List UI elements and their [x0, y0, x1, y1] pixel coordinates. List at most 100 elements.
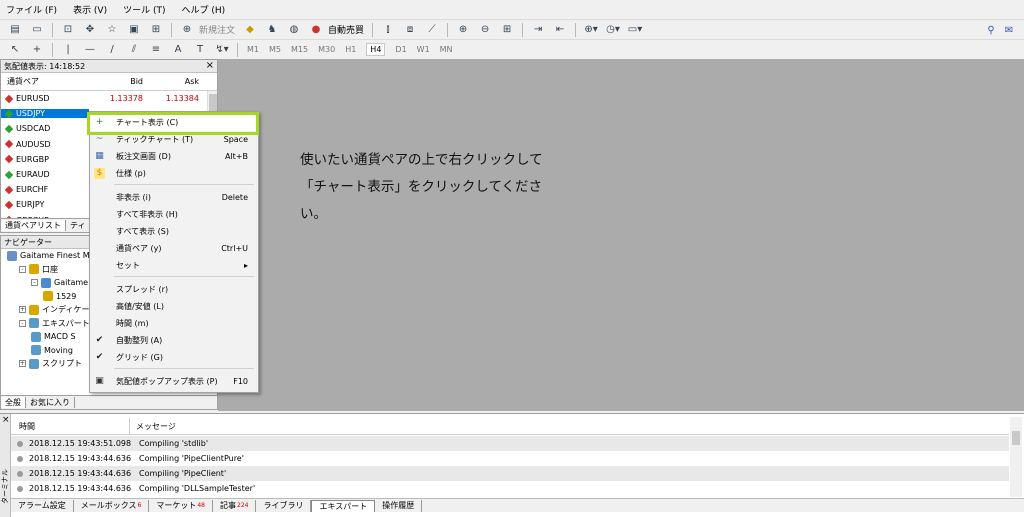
tab-favorites[interactable]: お気に入り — [26, 397, 75, 408]
chat-icon[interactable]: ✉ — [1001, 22, 1017, 38]
vertical-line-icon[interactable]: | — [60, 42, 76, 58]
close-icon[interactable]: × — [2, 415, 10, 425]
search-icon[interactable]: ⚲ — [983, 22, 999, 38]
market-watch-icon[interactable]: ⊡ — [60, 22, 76, 38]
terminal-row[interactable]: 2018.12.15 19:43:44.636 Compiling 'PipeCl… — [11, 466, 1009, 481]
chart-area[interactable]: 使いたい通貨ペアの上で右クリックして 「チャート表示」をクリックしてくださ い。 — [218, 59, 1024, 411]
tab-symbols[interactable]: 通貨ペアリスト — [1, 220, 66, 231]
timeframe-mn[interactable]: MN — [440, 45, 453, 54]
auto-scroll-icon[interactable]: ⇥ — [530, 22, 546, 38]
tile-windows-icon[interactable]: ⊞ — [499, 22, 515, 38]
timeframe-m5[interactable]: M5 — [269, 45, 281, 54]
menu-help[interactable]: ヘルプ (H) — [182, 3, 226, 16]
column-bid[interactable]: Bid — [89, 77, 143, 86]
menu-view[interactable]: 表示 (V) — [73, 3, 107, 16]
terminal-icon[interactable]: ▣ — [126, 22, 142, 38]
timeframe-m15[interactable]: M15 — [291, 45, 308, 54]
expand-icon[interactable]: + — [19, 306, 26, 314]
line-chart-icon[interactable]: ⟋ — [424, 22, 440, 38]
collapse-icon[interactable]: - — [19, 265, 26, 273]
auto-trade-icon[interactable]: ● — [308, 22, 324, 38]
fibonacci-icon[interactable]: ≡ — [148, 42, 164, 58]
terminal-tab[interactable]: ライブラリ — [256, 499, 312, 512]
context-menu-item[interactable]: ✔ 自動整列 (A) — [90, 332, 258, 349]
channel-icon[interactable]: ⫽ — [126, 42, 142, 58]
auto-trade-button[interactable]: 自動売買 — [328, 23, 364, 36]
column-time[interactable]: 時間 — [11, 417, 130, 435]
signals-icon[interactable]: ♞ — [264, 22, 280, 38]
new-order-button[interactable]: 新規注文 — [199, 23, 235, 36]
cursor-icon[interactable]: ↖ — [7, 42, 23, 58]
context-menu-item[interactable]: 通貨ペア (y) Ctrl+U — [90, 240, 258, 257]
new-order-icon[interactable]: ⊕ — [179, 22, 195, 38]
navigator-icon[interactable]: ☆ — [104, 22, 120, 38]
menu-file[interactable]: ファイル (F) — [6, 3, 57, 16]
timeframe-m1[interactable]: M1 — [247, 45, 259, 54]
chart-shift-icon[interactable]: ⇤ — [552, 22, 568, 38]
expand-icon[interactable]: + — [19, 360, 26, 368]
timeframe-h1[interactable]: H1 — [345, 45, 356, 54]
templates-icon[interactable]: ▭▾ — [627, 22, 643, 38]
market-row[interactable]: EURUSD 1.13378 1.13384 — [1, 91, 217, 106]
bar-chart-icon[interactable]: ⫾ — [380, 22, 396, 38]
zoom-out-icon[interactable]: ⊖ — [477, 22, 493, 38]
profiles-icon[interactable]: ▭ — [29, 22, 45, 38]
market-icon[interactable]: ◍ — [286, 22, 302, 38]
timeframe-w1[interactable]: W1 — [417, 45, 430, 54]
collapse-icon[interactable]: - — [19, 319, 26, 327]
terminal-tab-label: 操作履歴 — [382, 501, 415, 510]
context-menu-item[interactable]: 高値/安値 (L) — [90, 298, 258, 315]
terminal-tab[interactable]: アラーム設定 — [11, 499, 74, 512]
strategy-tester-icon[interactable]: ⊞ — [148, 22, 164, 38]
crosshair-icon[interactable]: + — [29, 42, 45, 58]
terminal-row[interactable]: 2018.12.15 19:43:44.636 Compiling 'DLLSam… — [11, 481, 1009, 496]
tab-common[interactable]: 全般 — [1, 397, 26, 408]
context-menu-item[interactable]: すべて表示 (S) — [90, 223, 258, 240]
label-icon[interactable]: T — [192, 42, 208, 58]
context-menu-item[interactable]: すべて非表示 (H) — [90, 206, 258, 223]
terminal-row[interactable]: 2018.12.15 19:43:44.636 Compiling 'PipeCl… — [11, 451, 1009, 466]
data-window-icon[interactable]: ✥ — [82, 22, 98, 38]
indicators-icon[interactable]: ⊕▾ — [583, 22, 599, 38]
arrow-up-icon — [4, 124, 14, 134]
metaeditor-icon[interactable]: ◆ — [242, 22, 258, 38]
candle-chart-icon[interactable]: ⧈ — [402, 22, 418, 38]
trendline-icon[interactable]: / — [104, 42, 120, 58]
text-icon[interactable]: A — [170, 42, 186, 58]
terminal-tab[interactable]: マーケット 48 — [149, 499, 213, 512]
column-symbol[interactable]: 通貨ペア — [1, 76, 89, 87]
context-menu-item[interactable]: 非表示 (i) Delete — [90, 189, 258, 206]
scrollbar-thumb[interactable] — [1012, 431, 1020, 445]
timeframe-d1[interactable]: D1 — [395, 45, 406, 54]
context-menu-item[interactable]: ~ ティックチャート (T) Space — [90, 131, 258, 148]
terminal-tab[interactable]: メールボックス 6 — [74, 499, 150, 512]
context-menu-item[interactable]: スプレッド (r) — [90, 281, 258, 298]
tab-badge: 6 — [137, 502, 142, 509]
collapse-icon[interactable]: - — [31, 279, 38, 287]
terminal-scrollbar[interactable] — [1010, 417, 1022, 497]
terminal-row[interactable]: 2018.12.15 19:43:51.098 Compiling 'stdlib… — [11, 436, 1009, 451]
periods-icon[interactable]: ◷▾ — [605, 22, 621, 38]
arrows-icon[interactable]: ↯▾ — [214, 42, 230, 58]
context-menu-item[interactable]: $ 仕様 (p) — [90, 165, 258, 182]
context-menu-item[interactable]: ✔ グリッド (G) — [90, 349, 258, 366]
context-menu-item[interactable]: 時間 (m) — [90, 315, 258, 332]
horizontal-line-icon[interactable]: — — [82, 42, 98, 58]
market-watch-title-text: 気配値表示: 14:18:52 — [4, 61, 86, 71]
terminal-tab[interactable]: 記事 224 — [213, 499, 257, 512]
terminal-tab[interactable]: エキスパート — [311, 499, 376, 512]
tab-tick-chart[interactable]: ティ — [66, 220, 91, 231]
column-ask[interactable]: Ask — [143, 77, 199, 86]
column-message[interactable]: メッセージ — [130, 421, 176, 432]
context-menu-item[interactable]: + チャート表示 (C) — [87, 112, 259, 135]
context-menu-item[interactable]: ▦ 板注文画面 (D) Alt+B — [90, 148, 258, 165]
context-menu-item[interactable]: セット ▸ — [90, 257, 258, 274]
close-icon[interactable]: × — [206, 60, 214, 71]
terminal-tab[interactable]: 操作履歴 — [375, 499, 423, 512]
timeframe-m30[interactable]: M30 — [318, 45, 335, 54]
new-chart-icon[interactable]: ▤ — [7, 22, 23, 38]
menu-tools[interactable]: ツール (T) — [123, 3, 165, 16]
context-menu-item[interactable]: ▣ 気配値ポップアップ表示 (P) F10 — [90, 373, 258, 390]
zoom-in-icon[interactable]: ⊕ — [455, 22, 471, 38]
timeframe-h4[interactable]: H4 — [366, 43, 386, 56]
